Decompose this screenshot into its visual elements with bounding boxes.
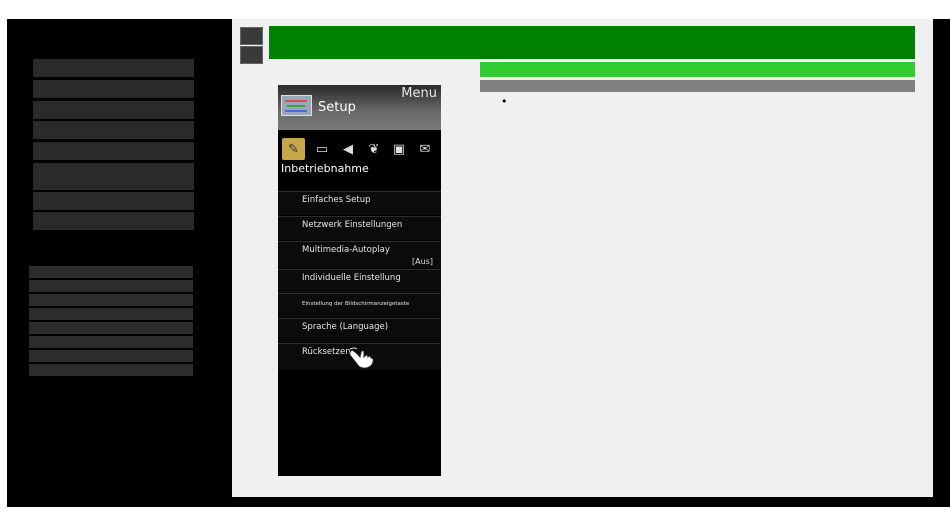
sidebar-nav-item[interactable] <box>33 142 194 160</box>
toolbox-icon[interactable]: ▣ <box>388 138 410 160</box>
menu-item-netzwerk[interactable]: Netzwerk Einstellungen <box>278 216 441 240</box>
sidebar-nav-item[interactable] <box>33 59 194 77</box>
menu-item-label: Multimedia-Autoplay <box>302 245 390 255</box>
category-label: Inbetriebnahme <box>281 162 369 175</box>
section-header-bar <box>480 62 915 77</box>
menu-header: Menu Setup <box>278 85 441 130</box>
tv-menu-screenshot: Menu Setup ✎ ▭ ◀ ❦ ▣ ✉ Inbetriebnahme Ei… <box>278 85 441 476</box>
menu-item-label: Einfaches Setup <box>302 195 371 205</box>
title-bar <box>269 26 915 59</box>
sidebar-subnav-item[interactable] <box>29 266 193 278</box>
wrench-icon[interactable]: ✎ <box>282 138 305 160</box>
hand-pointer-icon <box>349 347 374 369</box>
autoplay-value: [Aus] <box>412 257 433 266</box>
sidebar-subnav-item[interactable] <box>29 294 193 306</box>
bullet-text: • <box>501 95 508 108</box>
bottom-border <box>232 497 933 507</box>
sidebar-nav-item[interactable] <box>33 80 194 98</box>
sidebar-nav-item[interactable] <box>33 163 194 190</box>
menu-label: Menu <box>401 86 437 101</box>
menu-title: Setup <box>318 100 356 115</box>
sidebar-nav-item[interactable] <box>33 101 194 119</box>
leaf-icon[interactable]: ❦ <box>364 138 384 160</box>
sidebar-nav-item[interactable] <box>33 121 194 139</box>
sidebar-subnav-item[interactable] <box>29 364 193 376</box>
setup-sliders-icon <box>281 95 312 116</box>
category-icon-row: ✎ ▭ ◀ ❦ ▣ ✉ <box>282 138 440 162</box>
picture-icon[interactable]: ▭ <box>311 138 333 160</box>
menu-item-label: Rücksetzen <box>302 347 351 357</box>
menu-item-einfaches-setup[interactable]: Einfaches Setup <box>278 191 441 215</box>
menu-item-label: Individuelle Einstellung <box>302 273 401 283</box>
menu-item-bildschirmanzeige[interactable]: Einstellung der Bildschirmanzeigetaste <box>278 293 441 317</box>
subsection-header-bar <box>480 80 915 92</box>
sidebar-subnav-item[interactable] <box>29 308 193 320</box>
sidebar-nav-item[interactable] <box>33 212 194 230</box>
nav-square-button[interactable] <box>240 46 263 64</box>
sidebar-subnav-item[interactable] <box>29 350 193 362</box>
mail-icon[interactable]: ✉ <box>414 138 436 160</box>
menu-item-label: Netzwerk Einstellungen <box>302 220 403 230</box>
sidebar-subnav-item[interactable] <box>29 280 193 292</box>
menu-item-individuelle-einstellung[interactable]: Individuelle Einstellung <box>278 269 441 293</box>
left-sidebar <box>7 19 232 507</box>
sidebar-subnav-item[interactable] <box>29 336 193 348</box>
sidebar-subnav-item[interactable] <box>29 322 193 334</box>
menu-item-label: Sprache (Language) <box>302 322 389 332</box>
menu-item-sprache[interactable]: Sprache (Language) <box>278 318 441 342</box>
speaker-icon[interactable]: ◀ <box>337 138 359 160</box>
menu-item-label: Einstellung der Bildschirmanzeigetaste <box>302 301 410 307</box>
right-border <box>933 19 950 507</box>
sidebar-nav-item[interactable] <box>33 192 194 210</box>
nav-square-button[interactable] <box>240 27 263 45</box>
